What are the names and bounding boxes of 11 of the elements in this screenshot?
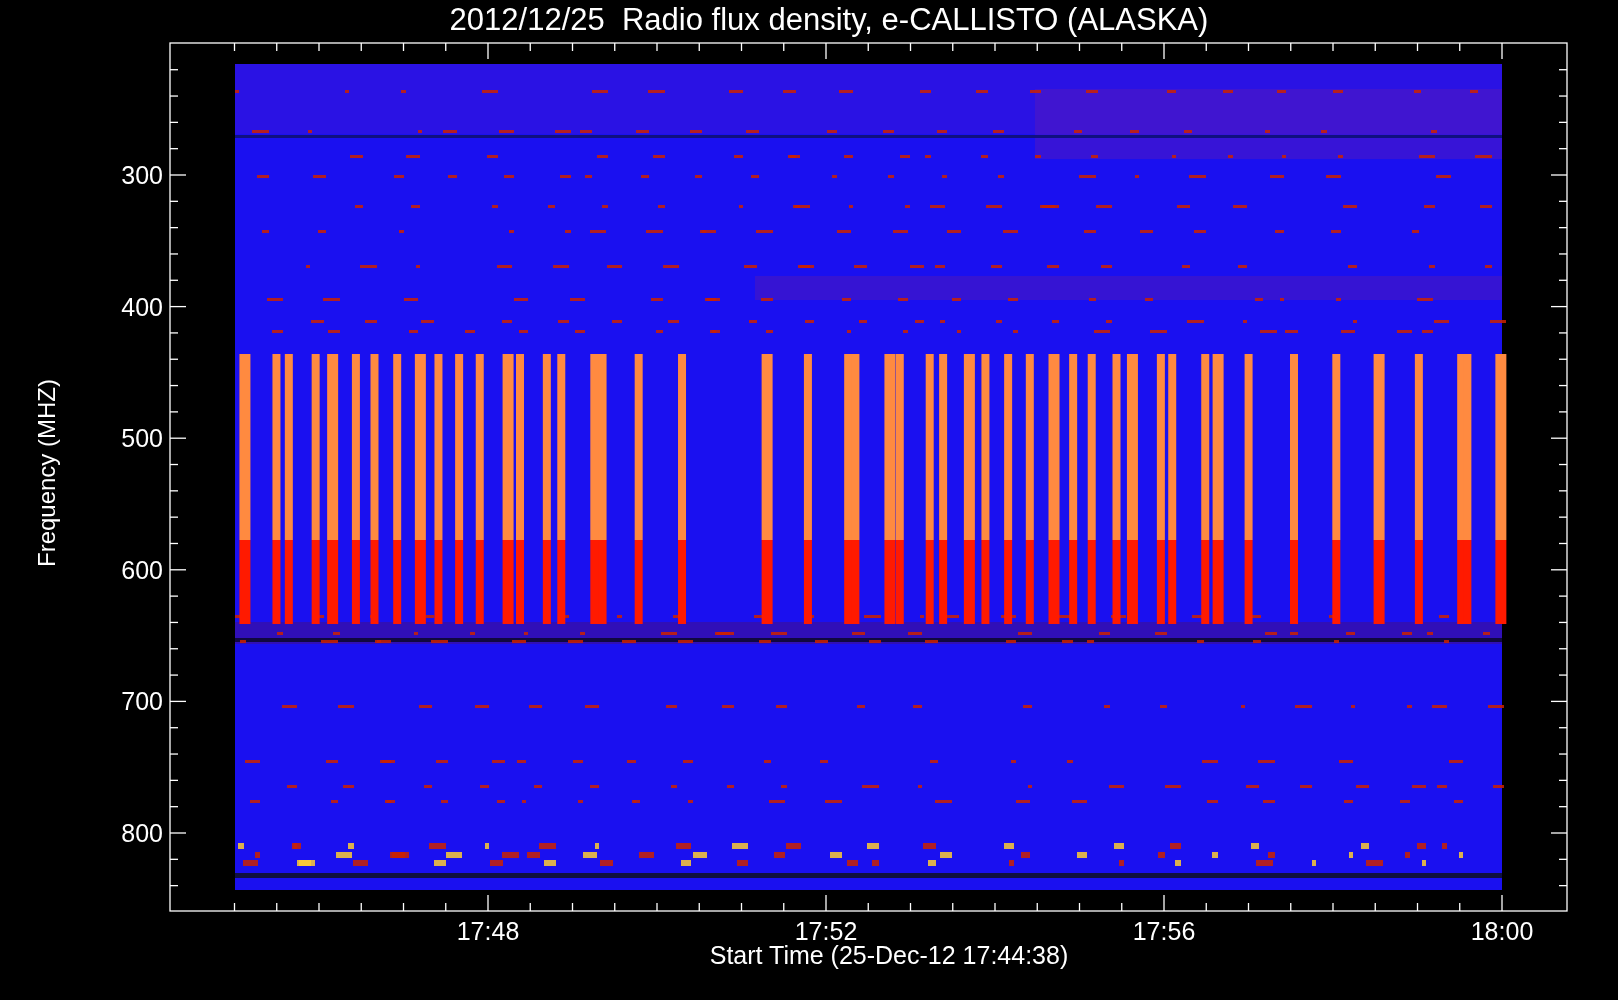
axis-label: Frequency (MHZ) — [33, 378, 62, 567]
tick-label: 600 — [121, 555, 163, 584]
tick-label: 17:48 — [456, 917, 520, 945]
tick-label: 300 — [121, 161, 163, 189]
chart-title: 2012/12/25 Radio flux density, e-CALLISTO (ALASKA) — [448, 2, 1209, 38]
tick-label: 17:56 — [1132, 917, 1196, 945]
tick-label: 400 — [121, 292, 163, 321]
tick-label: 500 — [121, 424, 163, 453]
tick-label: 700 — [121, 687, 163, 716]
tick-label: 18:00 — [1470, 917, 1534, 945]
tick-label: 800 — [121, 819, 163, 847]
